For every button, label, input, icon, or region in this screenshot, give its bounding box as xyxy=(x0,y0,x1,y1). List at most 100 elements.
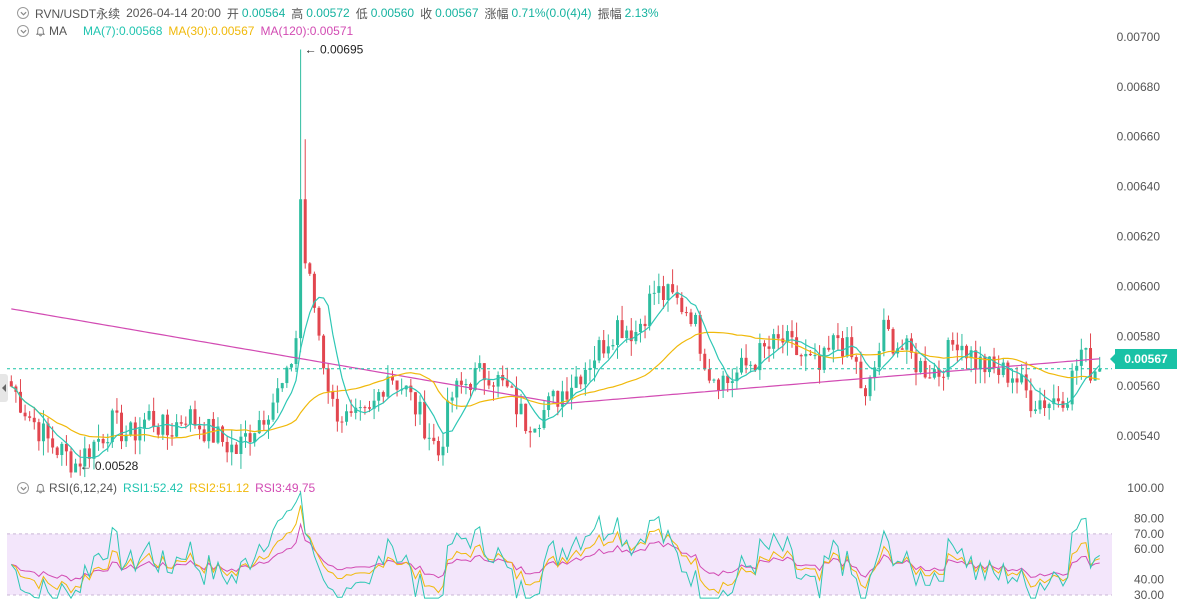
candle-body xyxy=(193,409,197,426)
rsi3-line xyxy=(11,522,1100,582)
candle-body xyxy=(331,391,335,399)
candle-body xyxy=(542,410,546,428)
candle-body xyxy=(303,199,307,264)
candle-body xyxy=(795,337,799,356)
candle-body xyxy=(900,348,904,350)
candle-body xyxy=(588,368,592,370)
candle-body xyxy=(781,338,785,343)
candle-body xyxy=(354,407,358,413)
candle-body xyxy=(386,376,390,397)
candle-body xyxy=(1015,378,1019,383)
candle-body xyxy=(620,320,624,339)
candle-body xyxy=(225,441,229,453)
candle-body xyxy=(441,446,445,456)
candle-body xyxy=(436,441,440,456)
candle-body xyxy=(749,364,753,366)
candle-body xyxy=(257,420,261,434)
candle-body xyxy=(790,331,794,338)
candle-body xyxy=(455,380,459,398)
candle-body xyxy=(83,448,87,467)
candle-body xyxy=(583,369,587,385)
candle-body xyxy=(510,386,514,388)
candle-body xyxy=(326,368,330,392)
candle-body xyxy=(565,391,569,400)
rsi-axis-tick: 80.00 xyxy=(1134,512,1164,526)
candle-body xyxy=(478,363,482,369)
candle-body xyxy=(1066,404,1070,408)
candle-body xyxy=(106,442,110,444)
candle-body xyxy=(652,292,656,294)
candle-body xyxy=(785,331,789,343)
candle-body xyxy=(753,364,757,371)
candle-body xyxy=(299,199,303,339)
candle-body xyxy=(161,414,165,435)
candle-body xyxy=(992,356,996,369)
candle-body xyxy=(120,412,124,442)
candle-body xyxy=(97,438,101,442)
candle-body xyxy=(165,414,169,436)
candle-body xyxy=(340,421,344,423)
candle-body xyxy=(78,463,82,467)
candle-body xyxy=(14,386,18,392)
rsi-legend: RSI(6,12,24) RSI1:52.42 RSI2:51.12 RSI3:… xyxy=(17,480,315,496)
candle-body xyxy=(446,400,450,447)
candle-body xyxy=(312,273,316,308)
candle-body xyxy=(152,410,156,428)
candle-body xyxy=(156,427,160,435)
candle-body xyxy=(459,380,463,385)
rsi-collapse-toggle-icon[interactable] xyxy=(17,482,29,494)
candle-body xyxy=(294,338,298,364)
candle-body xyxy=(611,345,615,347)
candle-body xyxy=(221,426,225,442)
candle-body xyxy=(776,334,780,339)
rsi-bell-icon[interactable] xyxy=(35,483,46,494)
low-annotation: ← 0.00528 xyxy=(80,459,139,473)
candle-body xyxy=(965,345,969,359)
candle-body xyxy=(74,463,78,473)
candle-body xyxy=(207,418,211,442)
candle-body xyxy=(859,361,863,389)
ma30-legend: MA(30):0.00567 xyxy=(168,24,255,38)
candle-body xyxy=(666,284,670,301)
candle-body xyxy=(101,438,105,444)
candle-body xyxy=(712,379,716,381)
candle-body xyxy=(831,335,835,350)
candle-body xyxy=(551,390,555,397)
candle-body xyxy=(1093,371,1097,381)
open-label: 开 xyxy=(226,6,239,21)
candle-body xyxy=(914,352,918,373)
rsi-axis-tick: 70.00 xyxy=(1134,527,1164,541)
candle-body xyxy=(726,375,730,384)
candle-body xyxy=(142,419,146,429)
left-scroll-handle[interactable] xyxy=(0,374,8,402)
change-label: 涨幅 xyxy=(484,6,509,21)
change-value: 0.71%(0.0(4)4) xyxy=(511,6,592,20)
candle-body xyxy=(758,343,762,371)
candle-body xyxy=(827,347,831,350)
candle-body xyxy=(556,390,560,407)
candle-body xyxy=(983,356,987,373)
candle-body xyxy=(1033,409,1037,412)
candle-body xyxy=(946,340,950,377)
candle-body xyxy=(854,357,858,362)
candle-body xyxy=(537,427,541,429)
candle-body xyxy=(1047,404,1051,409)
ma7-legend: MA(7):0.00568 xyxy=(83,24,163,38)
candle-body xyxy=(717,379,721,391)
candle-body xyxy=(41,423,45,442)
ma-collapse-toggle-icon[interactable] xyxy=(17,25,29,37)
bell-icon[interactable] xyxy=(35,26,46,37)
collapse-toggle-icon[interactable] xyxy=(17,7,29,19)
candle-body xyxy=(46,423,50,439)
candle-body xyxy=(698,314,702,354)
candle-body xyxy=(1070,370,1074,405)
low-label: 低 xyxy=(355,6,368,21)
price-chart[interactable]: 0.00700 0.00680 0.00660 0.00640 0.00620 0.006… xyxy=(0,0,1177,612)
candle-body xyxy=(23,412,27,417)
candle-body xyxy=(740,357,743,373)
rsi1-line xyxy=(10,490,1100,600)
candle-body xyxy=(230,444,234,453)
candle-body xyxy=(863,388,867,397)
candle-body xyxy=(689,312,693,325)
low-value: 0.00560 xyxy=(370,6,415,20)
